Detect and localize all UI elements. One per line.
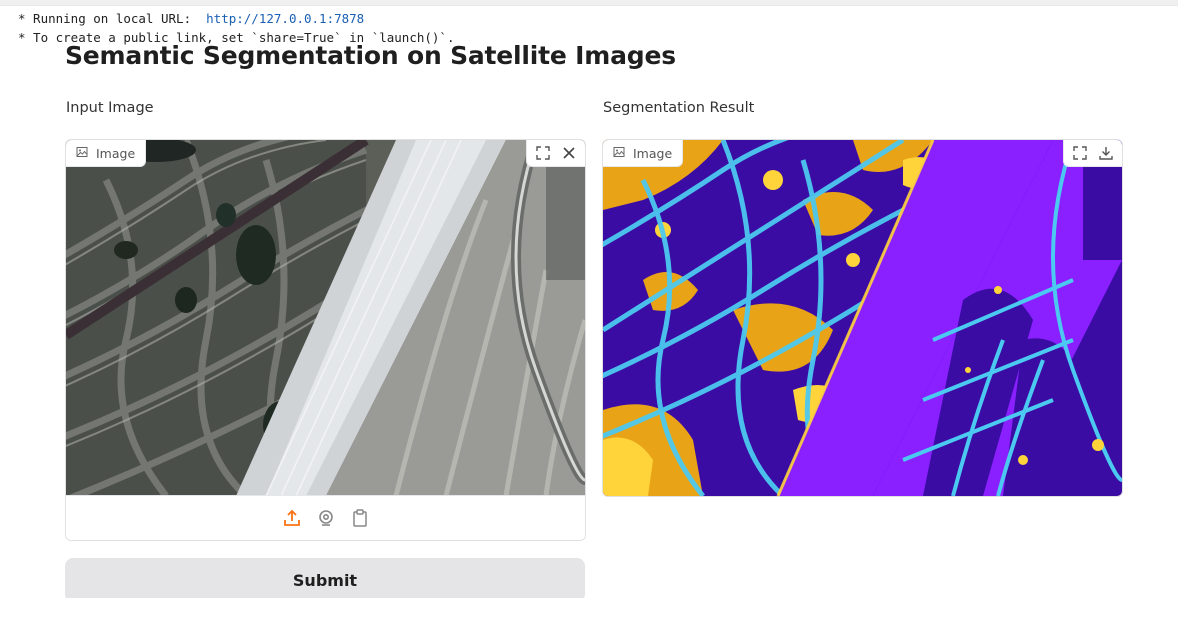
- top-border: [0, 0, 1178, 6]
- input-image-tag-label: Image: [96, 145, 136, 161]
- fullscreen-icon[interactable]: [1070, 143, 1090, 163]
- result-image-tag-label: Image: [633, 145, 673, 161]
- input-image-label: Input Image: [66, 100, 154, 116]
- local-url-link[interactable]: http://127.0.0.1:7878: [206, 11, 364, 26]
- download-icon[interactable]: [1096, 143, 1116, 163]
- image-source-bar: [66, 495, 585, 540]
- close-icon[interactable]: [559, 143, 579, 163]
- upload-icon[interactable]: [281, 507, 303, 529]
- image-icon: [613, 146, 625, 161]
- webcam-icon[interactable]: [315, 507, 337, 529]
- input-image-toolbox: [526, 140, 585, 167]
- segmentation-result-label: Segmentation Result: [603, 100, 755, 116]
- input-image-tag: Image: [66, 140, 147, 167]
- submit-button[interactable]: Submit: [65, 558, 585, 602]
- segmentation-mask-image: [603, 140, 1122, 496]
- clipboard-icon[interactable]: [349, 507, 371, 529]
- fullscreen-icon[interactable]: [533, 143, 553, 163]
- viewport-bottom-edge: [0, 598, 1178, 617]
- result-image-tag: Image: [603, 140, 684, 167]
- input-image-panel[interactable]: Image: [65, 139, 586, 541]
- console-line-1: * Running on local URL: http://127.0.0.1…: [18, 11, 365, 26]
- result-image-toolbox: [1063, 140, 1122, 167]
- page-title: Semantic Segmentation on Satellite Image…: [65, 41, 676, 70]
- satellite-input-image: [66, 140, 585, 504]
- segmentation-result-panel: Image: [602, 139, 1123, 497]
- image-icon: [76, 146, 88, 161]
